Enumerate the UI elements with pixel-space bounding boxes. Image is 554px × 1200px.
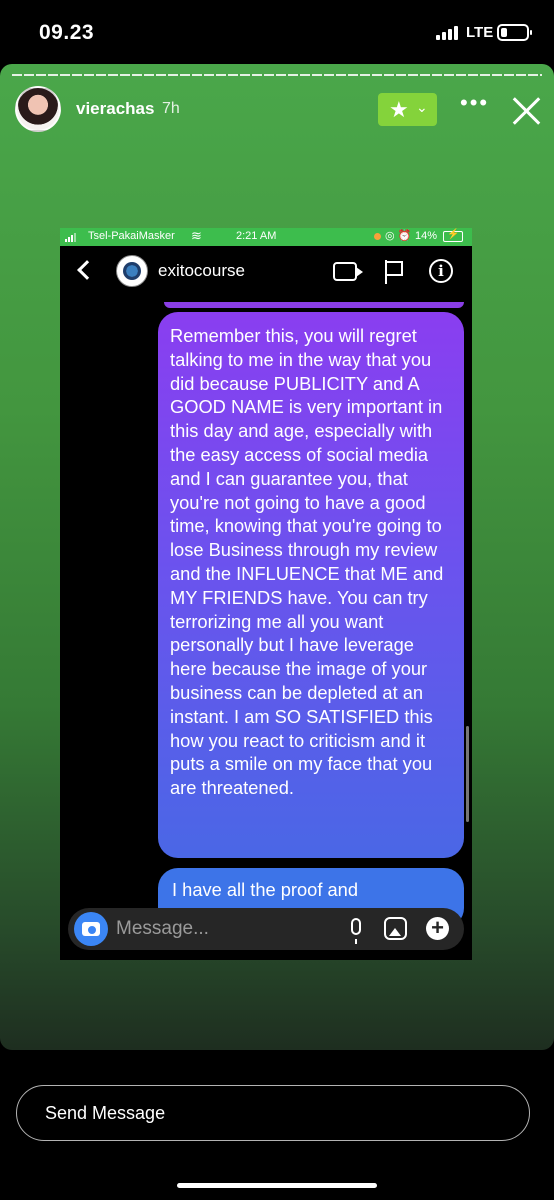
message-bubble: Remember this, you will regret talking t…	[158, 312, 464, 858]
chat-header: exitocourse i	[60, 246, 472, 302]
alarm-icon: ◎ ⏰	[385, 230, 412, 242]
recording-dot-icon	[374, 233, 381, 240]
story-view[interactable]: vierachas 7h ★ ⌄ ••• Tsel-PakaiMasker ≋ …	[0, 64, 554, 1050]
message-input-bar[interactable]: Message... +	[68, 908, 464, 950]
screenshot-signal-icon	[65, 232, 79, 242]
status-bar: 09.23 LTE	[0, 0, 554, 64]
network-type: LTE	[466, 24, 494, 41]
add-icon[interactable]: +	[426, 917, 449, 940]
message-input[interactable]: Message...	[116, 918, 209, 940]
battery-icon	[497, 24, 532, 41]
scrollbar	[466, 726, 469, 822]
wifi-icon: ≋	[191, 228, 202, 243]
chevron-down-icon: ⌄	[416, 99, 428, 115]
screenshot-carrier: Tsel-PakaiMasker	[88, 230, 175, 242]
info-icon[interactable]: i	[429, 259, 453, 283]
signal-icon	[436, 26, 458, 40]
story-time: 7h	[162, 100, 180, 117]
video-call-icon[interactable]	[333, 262, 363, 281]
microphone-icon[interactable]	[351, 918, 361, 944]
charging-battery-icon	[443, 229, 463, 242]
close-icon[interactable]	[512, 96, 542, 126]
screenshot-time: 2:21 AM	[236, 230, 277, 242]
ellipsis-icon[interactable]: •••	[460, 92, 489, 114]
back-icon[interactable]	[77, 260, 97, 280]
screenshot-battery: 14%	[415, 230, 438, 242]
star-icon: ★	[389, 97, 409, 122]
status-time: 09.23	[39, 21, 95, 44]
story-username[interactable]: vierachas	[76, 99, 154, 119]
screenshot-status-bar: Tsel-PakaiMasker ≋ 2:21 AM ◎ ⏰ 14%	[60, 228, 472, 246]
send-message-placeholder: Send Message	[45, 1103, 166, 1123]
close-friends-button[interactable]: ★ ⌄	[378, 93, 437, 126]
previous-message-bubble	[164, 302, 464, 308]
gallery-icon[interactable]	[384, 917, 407, 940]
story-progress-bar	[12, 74, 542, 76]
flag-icon[interactable]	[384, 260, 404, 284]
camera-icon[interactable]	[74, 912, 108, 946]
send-message-field[interactable]: Send Message	[16, 1085, 530, 1141]
avatar[interactable]	[15, 86, 61, 132]
story-screenshot: Tsel-PakaiMasker ≋ 2:21 AM ◎ ⏰ 14% exito…	[60, 228, 472, 960]
contact-avatar[interactable]	[116, 255, 148, 287]
battery-level	[501, 28, 507, 37]
contact-name[interactable]: exitocourse	[158, 261, 245, 281]
home-indicator[interactable]	[177, 1183, 377, 1188]
